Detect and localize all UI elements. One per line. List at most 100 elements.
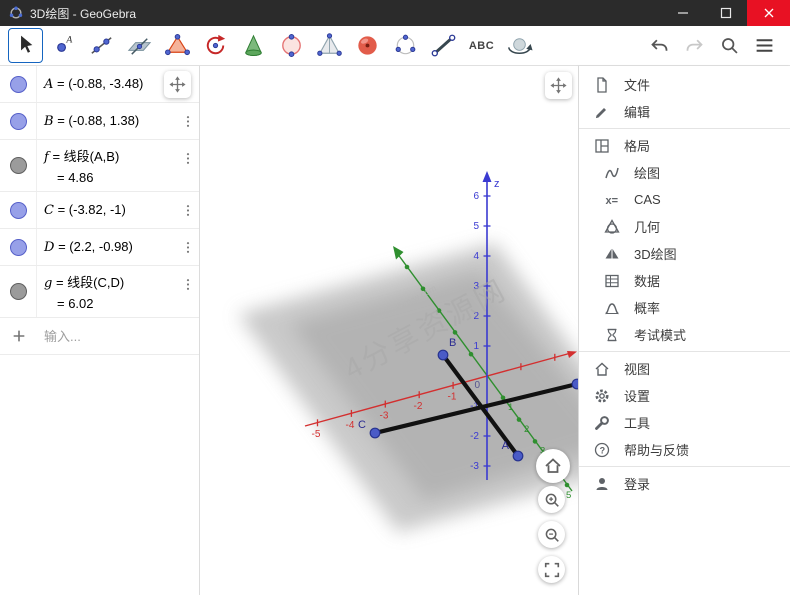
help-icon: ?	[593, 441, 611, 459]
definition-C: C = (-3.82, -1)	[44, 202, 175, 218]
algebra-drag-handle[interactable]	[164, 71, 191, 98]
menu-item-sign-in[interactable]: 登录	[579, 470, 790, 497]
pyramid-tool-button[interactable]	[312, 28, 347, 63]
menu-item-edit[interactable]: 编辑	[579, 98, 790, 125]
visibility-marble-g[interactable]	[10, 283, 27, 300]
visibility-marble-B[interactable]	[10, 113, 27, 130]
point-D[interactable]	[572, 379, 578, 389]
svg-text:-3: -3	[380, 410, 389, 421]
menu-item-tools[interactable]: 工具	[579, 409, 790, 436]
algebra-view: A = (-0.88, -3.48) B = (-0.88, 1.38) f =…	[0, 66, 200, 595]
graphics-3d-view[interactable]: -5 -4 -3 -2 -1	[200, 66, 578, 595]
visibility-marble-A[interactable]	[10, 76, 27, 93]
definition-B: B = (-0.88, 1.38)	[44, 113, 175, 129]
move-arrows-icon	[550, 77, 567, 94]
toolbar: A ABC	[0, 26, 790, 66]
menu-item-geometry[interactable]: 几何	[579, 213, 790, 240]
row-menu-button-D[interactable]	[177, 229, 199, 265]
home-icon	[543, 456, 563, 476]
svg-text:0: 0	[474, 380, 480, 391]
menu-item-views[interactable]: 视图	[579, 355, 790, 382]
zoom-out-button[interactable]	[538, 521, 565, 548]
settings-gear-icon	[593, 387, 611, 405]
menu-item-settings[interactable]: 设置	[579, 382, 790, 409]
cone-tool-button[interactable]	[236, 28, 271, 63]
plane-tool-button[interactable]	[122, 28, 157, 63]
point-B[interactable]	[438, 350, 448, 360]
window-title: 3D绘图 - GeoGebra	[30, 5, 136, 22]
home-view-button[interactable]	[536, 449, 570, 483]
menu-item-3d-graphics[interactable]: 3D绘图	[579, 240, 790, 267]
menu-item-perspectives[interactable]: 格局	[579, 132, 790, 159]
z-axis-label: z	[494, 178, 500, 190]
close-icon	[763, 7, 775, 19]
graphics-drag-handle[interactable]	[545, 72, 572, 99]
point-tool-button[interactable]: A	[46, 28, 81, 63]
plus-icon	[11, 328, 27, 344]
point-label-B: B	[449, 337, 456, 349]
sphere-icon	[353, 31, 382, 60]
visibility-marble-D[interactable]	[10, 239, 27, 256]
main-menu-panel: 文件 编辑 格局 绘图 x= CAS 几何	[578, 66, 790, 595]
move-tool-button[interactable]	[8, 28, 43, 63]
graphics-3d-canvas[interactable]: -5 -4 -3 -2 -1	[200, 66, 578, 595]
definition-f: f = 线段(A,B)	[44, 146, 175, 165]
redo-button[interactable]	[680, 32, 708, 60]
graphics3d-icon	[603, 245, 621, 263]
menu-item-help-feedback[interactable]: ? 帮助与反馈	[579, 436, 790, 463]
row-menu-button-B[interactable]	[177, 103, 199, 139]
svg-text:-2: -2	[414, 401, 423, 412]
row-menu-button-g[interactable]	[177, 266, 199, 317]
algebra-row-f[interactable]: f = 线段(A,B) = 4.86	[0, 140, 199, 192]
zoom-in-button[interactable]	[538, 486, 565, 513]
algebra-row-B[interactable]: B = (-0.88, 1.38)	[0, 103, 199, 140]
sphere-tool-button[interactable]	[350, 28, 385, 63]
row-menu-button-f[interactable]	[177, 140, 199, 191]
menu-item-cas[interactable]: x= CAS	[579, 186, 790, 213]
geogebra-logo-icon	[9, 6, 23, 20]
search-button[interactable]	[715, 32, 743, 60]
menu-item-probability[interactable]: 概率	[579, 294, 790, 321]
add-input-button[interactable]	[0, 328, 37, 344]
text-tool-button[interactable]: ABC	[464, 28, 499, 63]
visibility-marble-f[interactable]	[10, 157, 27, 174]
close-button[interactable]	[747, 0, 790, 26]
point-set-tool-button[interactable]	[388, 28, 423, 63]
maximize-button[interactable]	[704, 0, 747, 26]
row-menu-button-C[interactable]	[177, 192, 199, 228]
menu-item-file[interactable]: 文件	[579, 71, 790, 98]
visibility-marble-C[interactable]	[10, 202, 27, 219]
menu-item-spreadsheet[interactable]: 数据	[579, 267, 790, 294]
undo-button[interactable]	[645, 32, 673, 60]
menu-item-graphing[interactable]: 绘图	[579, 159, 790, 186]
text-tool-label: ABC	[469, 40, 494, 52]
point-C[interactable]	[370, 428, 380, 438]
algebra-input-row	[0, 318, 199, 355]
segment-tool-button[interactable]	[426, 28, 461, 63]
point-label-A: A	[502, 440, 510, 452]
content-area: A = (-0.88, -3.48) B = (-0.88, 1.38) f =…	[0, 66, 790, 595]
value-f: = 4.86	[44, 170, 175, 185]
algebra-row-D[interactable]: D = (2.2, -0.98)	[0, 229, 199, 266]
minimize-button[interactable]	[661, 0, 704, 26]
sphere-point-tool-button[interactable]	[274, 28, 309, 63]
point-A[interactable]	[513, 451, 523, 461]
algebra-row-g[interactable]: g = 线段(C,D) = 6.02	[0, 266, 199, 318]
zoom-out-icon	[543, 526, 561, 544]
menu-divider	[579, 351, 790, 352]
hamburger-menu-button[interactable]	[750, 32, 778, 60]
rotate-arrows-icon	[201, 31, 230, 60]
point-icon: A	[49, 31, 78, 60]
algebra-input[interactable]	[37, 329, 224, 344]
menu-item-exam-mode[interactable]: 考试模式	[579, 321, 790, 348]
line-tool-button[interactable]	[84, 28, 119, 63]
fullscreen-button[interactable]	[538, 556, 565, 583]
svg-text:4: 4	[473, 251, 479, 262]
kebab-menu-icon	[186, 151, 190, 166]
edit-icon	[593, 103, 611, 121]
rotate-view-tool-button[interactable]	[502, 28, 537, 63]
algebra-row-C[interactable]: C = (-3.82, -1)	[0, 192, 199, 229]
polygon-tool-button[interactable]	[160, 28, 195, 63]
fullscreen-icon	[543, 561, 561, 579]
rotate-object-tool-button[interactable]	[198, 28, 233, 63]
